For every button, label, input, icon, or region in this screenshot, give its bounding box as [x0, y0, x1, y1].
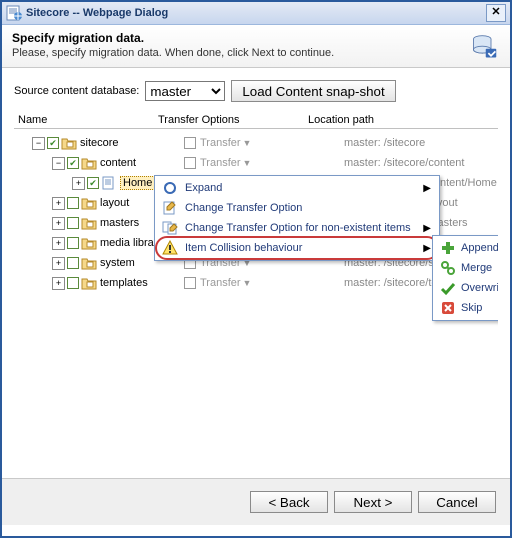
- db-label: Source content database:: [14, 85, 139, 97]
- back-button[interactable]: < Back: [250, 491, 328, 513]
- checkbox[interactable]: [67, 157, 79, 169]
- submenu-item-append[interactable]: Append: [435, 238, 498, 258]
- cto-icon: [161, 200, 179, 216]
- checkbox[interactable]: [47, 137, 59, 149]
- checkbox[interactable]: [67, 257, 79, 269]
- dialog-window: Sitecore -- Webpage Dialog ✕ Specify mig…: [0, 0, 512, 538]
- context-menu[interactable]: Expand ▶ Change Transfer Option Change Tran…: [154, 175, 440, 261]
- transfer-cell[interactable]: Transfer▼: [184, 137, 251, 149]
- checkbox[interactable]: [67, 237, 79, 249]
- menu-item-coll[interactable]: Item Collision behaviour ▶: [157, 238, 437, 258]
- ctone-icon: [161, 220, 179, 236]
- folder-icon: [81, 196, 97, 210]
- transfer-cell[interactable]: Transfer▼: [184, 157, 251, 169]
- folder-icon: [81, 276, 97, 290]
- title-text: Sitecore -- Webpage Dialog: [26, 7, 486, 19]
- path-cell: master: /sitecore/content: [344, 157, 464, 169]
- submenu-arrow-icon: ▶: [423, 243, 431, 254]
- header-title: Specify migration data.: [12, 31, 500, 45]
- expand-toggle[interactable]: −: [52, 157, 65, 170]
- checkbox[interactable]: [87, 177, 99, 189]
- submenu-label: Merge: [461, 262, 492, 274]
- node-label: sitecore: [80, 137, 119, 149]
- content-tree[interactable]: − sitecore Transfer▼ master: /sitecore − cont…: [14, 129, 498, 463]
- load-snapshot-button[interactable]: Load Content snap-shot: [231, 80, 395, 102]
- menu-label: Item Collision behaviour: [185, 242, 302, 254]
- overwrite-icon: [439, 280, 457, 296]
- database-icon: [470, 33, 498, 61]
- merge-icon: [439, 260, 457, 276]
- folder-icon: [61, 136, 77, 150]
- folder-icon: [81, 156, 97, 170]
- checkbox[interactable]: [67, 197, 79, 209]
- menu-item-expand[interactable]: Expand ▶: [157, 178, 437, 198]
- ie-page-icon: [6, 5, 22, 21]
- checkbox[interactable]: [67, 217, 79, 229]
- column-headers: Name Transfer Options Location path: [14, 112, 498, 129]
- expand-toggle[interactable]: +: [52, 217, 65, 230]
- node-label: Home: [120, 176, 155, 190]
- expand-toggle[interactable]: +: [52, 257, 65, 270]
- submenu-item-merge[interactable]: Merge: [435, 258, 498, 278]
- skip-icon: [439, 300, 457, 316]
- node-label: templates: [100, 277, 148, 289]
- footer: < Back Next > Cancel: [2, 478, 510, 525]
- document-icon: [101, 176, 117, 190]
- folder-icon: [81, 216, 97, 230]
- expand-toggle[interactable]: +: [52, 277, 65, 290]
- menu-label: Change Transfer Option for non-existent …: [185, 222, 411, 234]
- tree-row-templates[interactable]: +templatesTransfer▼master: /sitecore/tem…: [14, 273, 498, 293]
- expand-icon: [161, 180, 179, 196]
- submenu-item-skip[interactable]: Skip: [435, 298, 498, 318]
- db-row: Source content database: master Load Con…: [14, 80, 498, 102]
- db-select[interactable]: master: [145, 81, 225, 101]
- expand-toggle[interactable]: −: [32, 137, 45, 150]
- submenu-arrow-icon: ▶: [423, 223, 431, 234]
- submenu-label: Skip: [461, 302, 482, 314]
- next-button[interactable]: Next >: [334, 491, 412, 513]
- node-label: masters: [100, 217, 139, 229]
- node-label: layout: [100, 197, 129, 209]
- checkbox[interactable]: [67, 277, 79, 289]
- append-icon: [439, 240, 457, 256]
- collision-submenu[interactable]: Append Merge Overwrite Skip: [432, 235, 498, 321]
- expand-toggle[interactable]: +: [52, 237, 65, 250]
- tree-row-content[interactable]: − content Transfer▼ master: /sitecore/conte…: [14, 153, 498, 173]
- submenu-label: Append: [461, 242, 498, 254]
- col-name: Name: [14, 114, 158, 126]
- close-button[interactable]: ✕: [486, 4, 506, 22]
- menu-item-ctone[interactable]: Change Transfer Option for non-existent …: [157, 218, 437, 238]
- col-transfer: Transfer Options: [158, 114, 308, 126]
- menu-item-cto[interactable]: Change Transfer Option: [157, 198, 437, 218]
- col-location: Location path: [308, 114, 498, 126]
- tree-row-sitecore[interactable]: − sitecore Transfer▼ master: /sitecore: [14, 133, 498, 153]
- submenu-arrow-icon: ▶: [423, 183, 431, 194]
- folder-icon: [81, 256, 97, 270]
- expand-toggle[interactable]: +: [52, 197, 65, 210]
- header-panel: Specify migration data. Please, specify …: [2, 25, 510, 68]
- menu-label: Expand: [185, 182, 222, 194]
- title-bar: Sitecore -- Webpage Dialog ✕: [2, 2, 510, 25]
- body-panel: Source content database: master Load Con…: [2, 68, 510, 478]
- menu-label: Change Transfer Option: [185, 202, 302, 214]
- node-label: system: [100, 257, 135, 269]
- transfer-cell[interactable]: Transfer▼: [184, 277, 251, 289]
- folder-icon: [81, 236, 97, 250]
- node-label: content: [100, 157, 136, 169]
- header-subtitle: Please, specify migration data. When don…: [12, 47, 500, 59]
- submenu-label: Overwrite: [461, 282, 498, 294]
- submenu-item-overwrite[interactable]: Overwrite: [435, 278, 498, 298]
- expand-toggle[interactable]: +: [72, 177, 85, 190]
- path-cell: master: /sitecore: [344, 137, 425, 149]
- coll-icon: [161, 240, 179, 256]
- cancel-button[interactable]: Cancel: [418, 491, 496, 513]
